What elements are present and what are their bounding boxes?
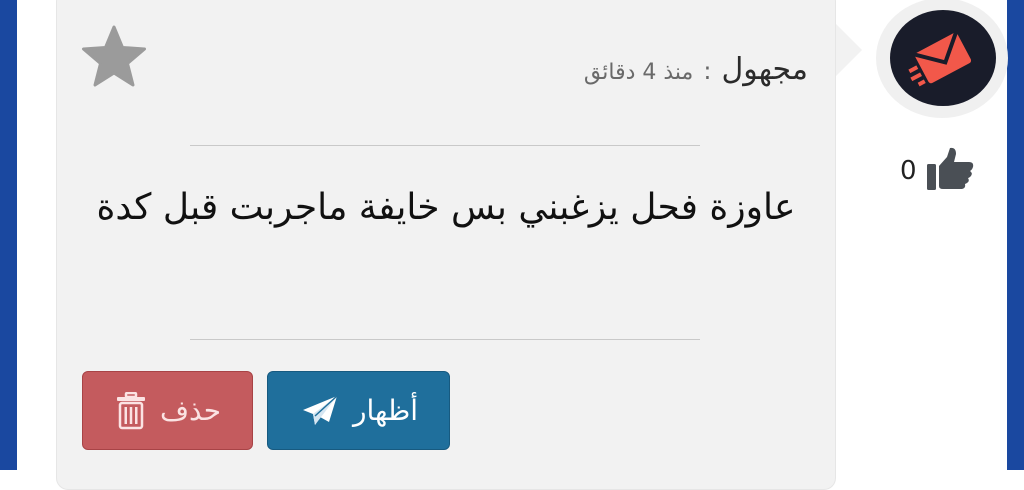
trash-icon [116, 391, 146, 430]
frame-edge-left [0, 0, 17, 470]
delete-button-label: حذف [159, 394, 222, 427]
author-name: مجهول [721, 52, 808, 87]
show-button[interactable]: أظهار [267, 371, 450, 450]
post-header: مجهول : منذ 4 دقائق [584, 52, 808, 92]
envelope-logo-icon [908, 31, 972, 87]
thumbs-up-icon[interactable] [925, 146, 975, 196]
post-message: عاوزة فحل يزغبني بس خايفة ماجربت قبل كدة [96, 187, 796, 228]
frame-edge-right [1007, 0, 1024, 470]
delete-button[interactable]: حذف [82, 371, 253, 450]
divider-top [190, 145, 700, 146]
header-separator: : [703, 57, 712, 85]
post-time: منذ 4 دقائق [583, 60, 694, 85]
like-control[interactable]: 0 [900, 146, 975, 196]
avatar[interactable] [890, 10, 996, 106]
show-button-label: أظهار [352, 394, 419, 427]
post-card-pointer [836, 24, 862, 76]
favorite-star-icon[interactable] [80, 24, 148, 90]
like-count: 0 [900, 156, 917, 186]
divider-bottom [190, 339, 700, 340]
paper-plane-icon [301, 394, 339, 428]
